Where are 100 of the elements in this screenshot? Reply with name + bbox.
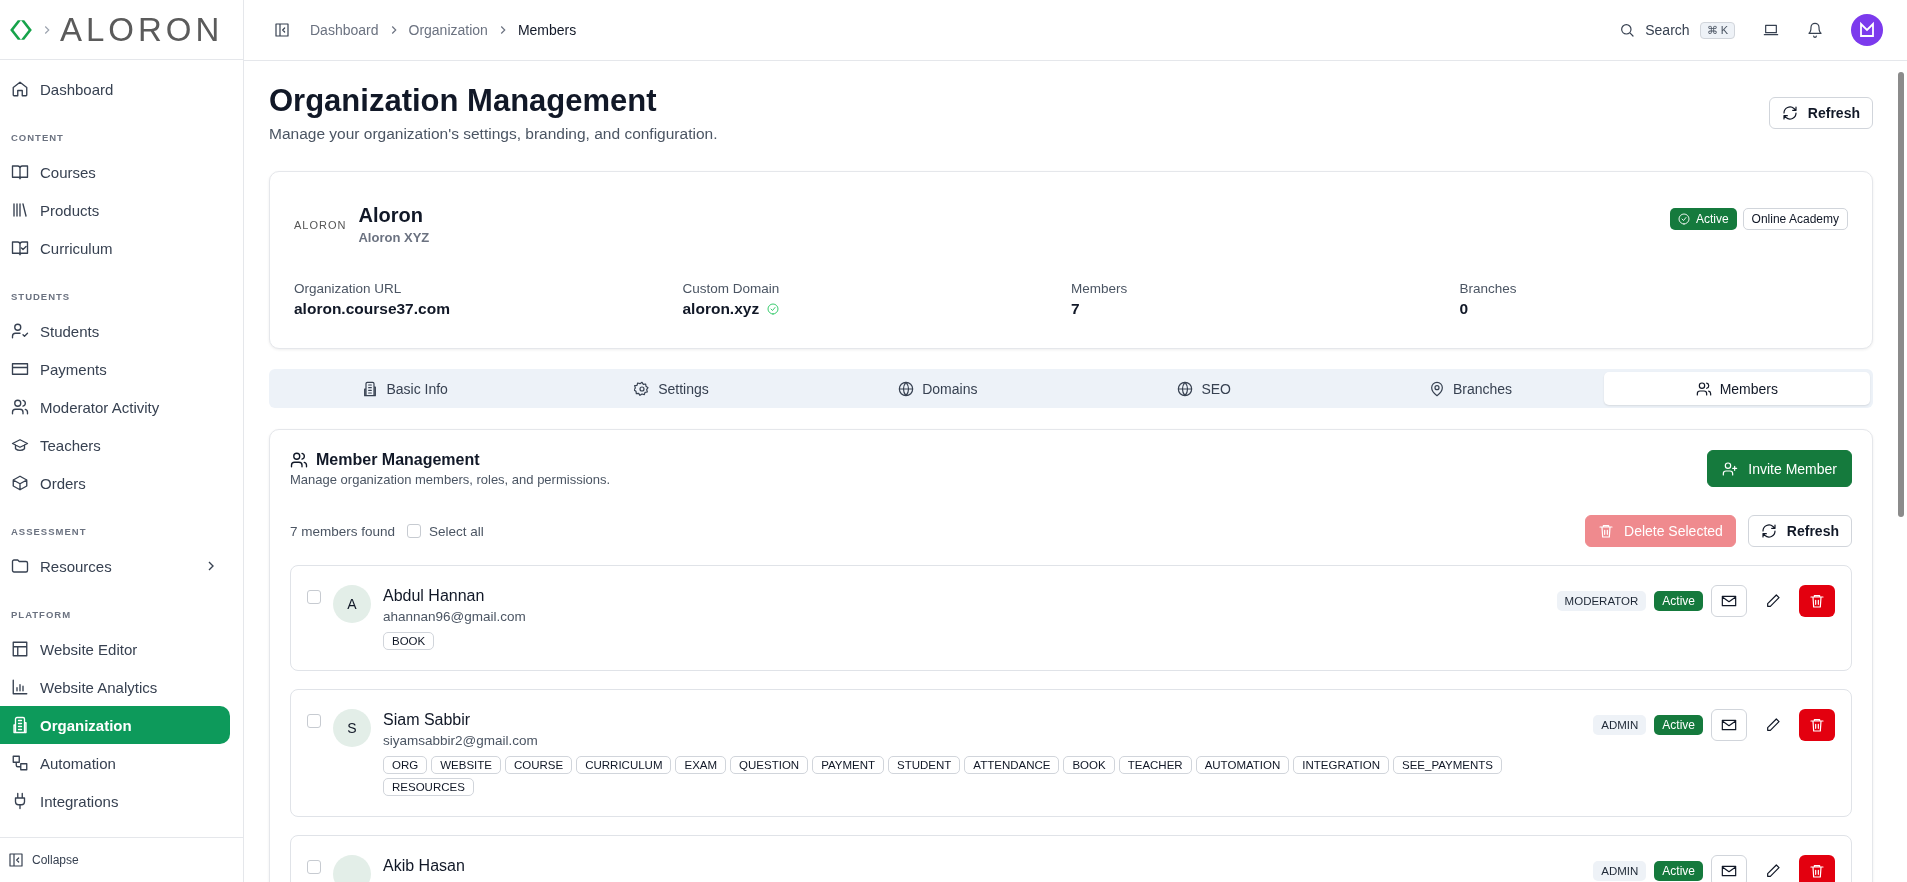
member-checkbox[interactable] — [307, 860, 321, 874]
globe-icon — [1177, 380, 1194, 397]
credit-card-icon — [11, 360, 29, 378]
sidebar-item[interactable]: Curriculum — [0, 229, 230, 267]
permission-tag: TEACHER — [1118, 756, 1192, 774]
tab[interactable]: Members — [1603, 372, 1870, 405]
trash-icon — [1809, 717, 1825, 733]
user-plus-icon — [1722, 460, 1739, 477]
book-icon — [11, 239, 29, 257]
refresh-button[interactable]: Refresh — [1747, 515, 1852, 547]
sidebar-item[interactable]: Organization — [0, 706, 230, 744]
shortcut-hint: ⌘ K — [1699, 21, 1735, 39]
brand-logo[interactable]: ALORON — [60, 10, 224, 49]
layout-icon — [11, 640, 29, 658]
section-heading: STUDENTS — [10, 290, 72, 304]
sidebar-item[interactable]: Automation — [0, 744, 230, 782]
email-button[interactable] — [1711, 855, 1747, 882]
email-button[interactable] — [1711, 585, 1747, 617]
trash-icon — [1809, 863, 1825, 879]
permission-tag: SEE_PAYMENTS — [1393, 756, 1502, 774]
users-icon — [11, 398, 29, 416]
page-title: Organization Management — [269, 83, 658, 119]
member-email: ahannan96@gmail.com — [383, 609, 527, 624]
tab[interactable]: Settings — [538, 372, 805, 405]
panel-left-icon — [8, 852, 24, 868]
scrollbar[interactable] — [1898, 72, 1904, 517]
section-subtitle: Manage organization members, roles, and permissions. — [290, 471, 611, 487]
permission-tag: EXAM — [675, 756, 727, 774]
refresh-button[interactable]: Refresh — [1768, 97, 1873, 129]
book-icon — [11, 163, 29, 181]
member-email: siyamsabbir2@gmail.com — [383, 733, 539, 748]
collapse-button[interactable]: Collapse — [0, 837, 243, 882]
graduation-cap-icon — [11, 436, 29, 454]
sidebar-item[interactable]: Dashboard — [0, 70, 230, 108]
library-icon — [11, 201, 29, 219]
sidebar-item[interactable]: Orders — [0, 464, 230, 502]
delete-button[interactable] — [1799, 709, 1835, 741]
delete-button[interactable] — [1799, 585, 1835, 617]
section-title: Member Management — [316, 450, 480, 469]
status-badge: Active — [1654, 591, 1703, 611]
role-badge: ADMIN — [1593, 861, 1647, 881]
tab[interactable]: Branches — [1337, 372, 1604, 405]
member-checkbox[interactable] — [307, 590, 321, 604]
member-name: Siam Sabbir — [383, 711, 472, 729]
email-button[interactable] — [1711, 709, 1747, 741]
breadcrumb-link[interactable]: Organization — [408, 22, 488, 38]
sidebar-toggle-icon[interactable] — [274, 22, 290, 38]
permission-tag: CURRICULUM — [576, 756, 672, 774]
users-icon — [1695, 380, 1712, 397]
permission-tag: PAYMENT — [812, 756, 885, 774]
field-label: Members — [1071, 281, 1129, 296]
tab[interactable]: Domains — [804, 372, 1071, 405]
tab[interactable]: Basic Info — [272, 372, 539, 405]
laptop-icon[interactable] — [1763, 22, 1779, 38]
search-icon — [1619, 22, 1636, 38]
organization-name: Aloron — [358, 204, 424, 227]
sidebar-item[interactable]: Students — [0, 312, 230, 350]
tab[interactable]: SEO — [1071, 372, 1338, 405]
organization-logo: ALORON — [294, 218, 347, 231]
permission-tag: INTEGRATION — [1293, 756, 1389, 774]
field-value: 7 — [1071, 300, 1080, 318]
sidebar-item[interactable]: Moderator Activity — [0, 388, 230, 426]
type-badge: Online Academy — [1742, 208, 1848, 230]
permission-tag: COURSE — [504, 756, 573, 774]
member-count: 7 members found — [290, 523, 396, 539]
sidebar-item[interactable]: Teachers — [0, 426, 230, 464]
pencil-icon — [1765, 593, 1781, 609]
breadcrumb-link[interactable]: Dashboard — [310, 22, 379, 38]
permission-tag: RESOURCES — [383, 778, 474, 796]
user-avatar[interactable] — [1851, 14, 1883, 46]
status-badge: Active — [1654, 861, 1703, 881]
role-badge: ADMIN — [1593, 715, 1647, 735]
sidebar-item[interactable]: Payments — [0, 350, 230, 388]
delete-button[interactable] — [1799, 855, 1835, 882]
sidebar-item[interactable]: Courses — [0, 153, 230, 191]
sidebar-item[interactable]: Website Analytics — [0, 668, 230, 706]
sidebar-item[interactable]: Website Editor — [0, 630, 230, 668]
map-pin-icon — [1428, 380, 1445, 397]
member-name: Akib Hasan — [383, 857, 466, 875]
package-icon — [11, 474, 29, 492]
sidebar-item[interactable]: Resources — [0, 547, 230, 585]
sidebar-item[interactable]: Products — [0, 191, 230, 229]
member-checkbox[interactable] — [307, 714, 321, 728]
invite-member-button[interactable]: Invite Member — [1707, 450, 1852, 487]
pencil-icon — [1765, 717, 1781, 733]
section-heading: CONTENT — [10, 131, 65, 145]
user-check-icon — [11, 322, 29, 340]
folder-icon — [11, 557, 29, 575]
breadcrumb-link[interactable]: Members — [517, 22, 577, 38]
sidebar-item[interactable]: Integrations — [0, 782, 230, 820]
select-all-checkbox[interactable]: Select all — [407, 523, 484, 539]
permission-tag: AUTOMATION — [1195, 756, 1290, 774]
status-badge: Active — [1669, 208, 1737, 230]
permission-tag: STUDENT — [888, 756, 961, 774]
building-icon — [362, 380, 379, 397]
bell-icon[interactable] — [1807, 22, 1823, 38]
refresh-icon — [1760, 523, 1777, 539]
search-button[interactable]: Search ⌘ K — [1619, 21, 1735, 39]
permission-tag: WEBSITE — [431, 756, 501, 774]
field-label: Branches — [1459, 281, 1518, 296]
